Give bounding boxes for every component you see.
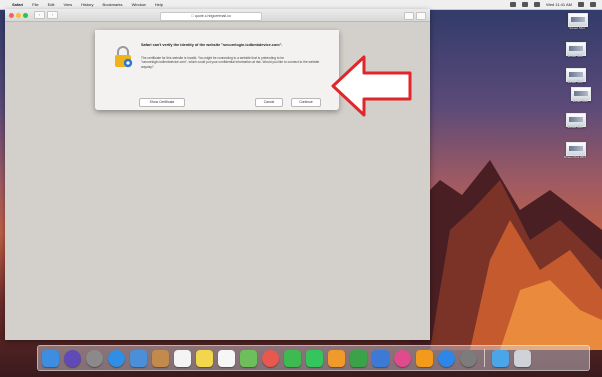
dock-app-store-icon[interactable]: [438, 349, 455, 367]
minimize-window-button[interactable]: [16, 12, 21, 18]
menu-edit[interactable]: Edit: [48, 2, 55, 7]
menu-file[interactable]: File: [32, 2, 38, 7]
toolbar-right: [404, 11, 426, 20]
dock-downloads-folder-icon[interactable]: [492, 349, 509, 367]
share-button[interactable]: [404, 11, 414, 20]
safari-toolbar: ‹ ›  quote.c.hbgcertmail.co: [5, 9, 430, 22]
desktop-icon-label: Screen Shot: [567, 125, 583, 129]
address-bar[interactable]:  quote.c.hbgcertmail.co: [160, 11, 262, 21]
menu-window[interactable]: Window: [132, 2, 146, 7]
dock-maps-icon[interactable]: [240, 349, 257, 367]
dock-notes-icon[interactable]: [196, 349, 213, 367]
dock: [37, 345, 590, 371]
desktop-screenshot-icon[interactable]: [566, 142, 586, 156]
dock-trash-icon[interactable]: [514, 349, 531, 367]
dock-facetime-icon[interactable]: [306, 349, 323, 367]
dock-contacts-icon[interactable]: [152, 349, 169, 367]
dock-itunes-icon[interactable]: [394, 349, 411, 367]
dock-ibooks-icon[interactable]: [416, 349, 433, 367]
close-window-button[interactable]: [9, 12, 14, 18]
dock-numbers-icon[interactable]: [350, 349, 367, 367]
menu-extras: Wed 11:41 AM: [510, 2, 602, 7]
desktop-screenshot-icon[interactable]: [568, 13, 588, 27]
dock-separator: [484, 349, 485, 367]
navigation-buttons: ‹ ›: [34, 11, 58, 19]
show-certificate-button[interactable]: Show Certificate: [139, 98, 185, 107]
menu-view[interactable]: View: [63, 2, 72, 7]
red-arrow-annotation: [331, 55, 412, 117]
menu-history[interactable]: History: [81, 2, 93, 7]
dock-calendar-icon[interactable]: [174, 349, 191, 367]
zoom-window-button[interactable]: [23, 12, 28, 18]
dock-keynote-icon[interactable]: [372, 349, 389, 367]
wallpaper-mountain: [410, 160, 602, 350]
dock-mail-icon[interactable]: [130, 349, 147, 367]
dock-safari-icon[interactable]: [108, 349, 125, 367]
desktop-icon-label: Screen Shot 2017: [563, 155, 587, 159]
tabs-button[interactable]: [416, 11, 426, 20]
desktop-icon-label: Screen Shot: [569, 26, 585, 30]
lock-warning-icon: [115, 46, 133, 68]
dock-finder-icon[interactable]: [42, 349, 59, 367]
volume-icon[interactable]: [534, 2, 541, 7]
cancel-button[interactable]: Cancel: [255, 98, 283, 107]
dialog-message: The certificate for this website is inva…: [141, 56, 320, 69]
window-controls: [9, 12, 28, 18]
dock-system-preferences-icon[interactable]: [460, 349, 477, 367]
continue-button[interactable]: Continue: [291, 98, 321, 107]
dock-siri-icon[interactable]: [64, 349, 81, 367]
desktop-icon-label: Screen Shot: [567, 80, 583, 84]
wifi-icon[interactable]: [522, 2, 529, 7]
dock-messages-icon[interactable]: [284, 349, 301, 367]
dock-launchpad-icon[interactable]: [86, 349, 103, 367]
notification-center-icon[interactable]: [590, 2, 596, 7]
menu-safari[interactable]: Safari: [12, 2, 23, 7]
spotlight-icon[interactable]: [578, 2, 584, 7]
airplay-icon[interactable]: [510, 2, 517, 7]
desktop-icon-label: Screen Shot: [572, 99, 588, 103]
back-button[interactable]: ‹: [34, 11, 45, 19]
menu-clock[interactable]: Wed 11:41 AM: [546, 2, 572, 7]
menu-bookmarks[interactable]: Bookmarks: [103, 2, 123, 7]
desktop-icon-label: Screen Shot: [567, 54, 583, 58]
dock-pages-icon[interactable]: [328, 349, 345, 367]
dock-reminders-icon[interactable]: [218, 349, 235, 367]
forward-button[interactable]: ›: [47, 11, 58, 19]
menu-help[interactable]: Help: [155, 2, 163, 7]
dialog-title: Safari can't verify the identity of the …: [141, 43, 283, 47]
certificate-warning-dialog: Safari can't verify the identity of the …: [95, 30, 339, 110]
dock-photos-icon[interactable]: [262, 349, 279, 367]
